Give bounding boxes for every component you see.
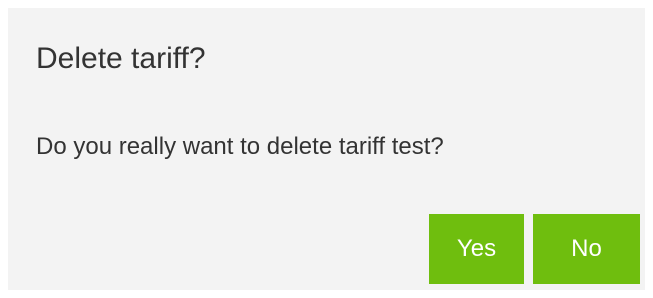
- page: Delete tariff? Do you really want to del…: [0, 0, 653, 298]
- no-button[interactable]: No: [533, 214, 640, 284]
- delete-tariff-dialog: Delete tariff? Do you really want to del…: [8, 8, 645, 290]
- dialog-message: Do you really want to delete tariff test…: [36, 133, 444, 160]
- yes-button[interactable]: Yes: [429, 214, 524, 284]
- dialog-button-row: Yes No: [429, 214, 640, 284]
- dialog-title: Delete tariff?: [36, 42, 206, 75]
